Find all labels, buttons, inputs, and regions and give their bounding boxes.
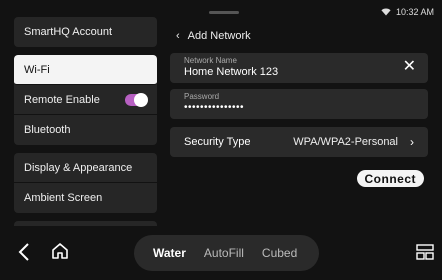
security-type-row[interactable]: Security Type WPA/WPA2-Personal › (170, 127, 428, 157)
chevron-right-icon: › (410, 135, 414, 149)
back-icon[interactable] (18, 243, 30, 266)
mode-cubed[interactable]: Cubed (262, 246, 297, 260)
security-type-value: WPA/WPA2-Personal (293, 136, 398, 148)
menu-item-wifi[interactable]: Wi-Fi (14, 55, 157, 85)
clear-icon[interactable]: ✕ (403, 59, 416, 75)
menu-item-bluetooth[interactable]: Bluetooth (14, 115, 157, 145)
menu-item-label: SmartHQ Account (24, 26, 113, 38)
menu-group-display: Display & Appearance Ambient Screen (14, 153, 157, 213)
bottom-bar: Water AutoFill Cubed (0, 226, 442, 280)
wifi-icon (381, 8, 391, 16)
password-field[interactable]: Password ••••••••••••••• (170, 89, 428, 119)
password-label: Password (184, 92, 220, 101)
password-value: ••••••••••••••• (184, 102, 245, 113)
home-icon[interactable] (50, 241, 70, 266)
settings-menu: SmartHQ Account Wi-Fi Remote Enable Blue… (14, 17, 157, 229)
menu-group-connectivity: Wi-Fi Remote Enable Bluetooth (14, 55, 157, 145)
toggle-knob (134, 92, 148, 107)
mode-autofill[interactable]: AutoFill (204, 246, 244, 260)
network-name-field[interactable]: Network Name Home Network 123 ✕ (170, 53, 428, 83)
network-name-value: Home Network 123 (184, 66, 279, 78)
remote-enable-toggle[interactable] (125, 92, 148, 107)
menu-item-label: Ambient Screen (24, 192, 103, 204)
menu-item-label: Bluetooth (24, 124, 71, 136)
menu-item-ambient-screen[interactable]: Ambient Screen (14, 183, 157, 213)
mode-water[interactable]: Water (153, 246, 186, 260)
menu-item-label: Wi-Fi (24, 63, 50, 76)
menu-group-account: SmartHQ Account (14, 17, 157, 47)
status-time: 10:32 AM (395, 7, 434, 17)
dispenser-mode-selector: Water AutoFill Cubed (134, 235, 319, 271)
status-bar: 10:32 AM (381, 7, 434, 17)
menu-item-smarthq-account[interactable]: SmartHQ Account (14, 17, 157, 47)
add-network-panel: ‹ Add Network Network Name Home Network … (170, 28, 428, 187)
chevron-left-icon: ‹ (176, 30, 180, 42)
connect-button[interactable]: Connect (356, 170, 424, 187)
screen: 10:32 AM SmartHQ Account Wi-Fi Remote En… (0, 0, 442, 280)
menu-item-display-appearance[interactable]: Display & Appearance (14, 153, 157, 183)
security-type-label: Security Type (184, 136, 251, 148)
menu-grid-icon[interactable] (416, 243, 434, 266)
network-name-label: Network Name (184, 56, 237, 65)
panel-title: Add Network (187, 30, 251, 42)
menu-item-label: Remote Enable (24, 93, 100, 106)
menu-item-remote-enable[interactable]: Remote Enable (14, 85, 157, 115)
back-link[interactable]: ‹ Add Network (170, 28, 428, 44)
menu-item-label: Display & Appearance (24, 161, 133, 174)
drag-handle[interactable] (209, 11, 239, 14)
